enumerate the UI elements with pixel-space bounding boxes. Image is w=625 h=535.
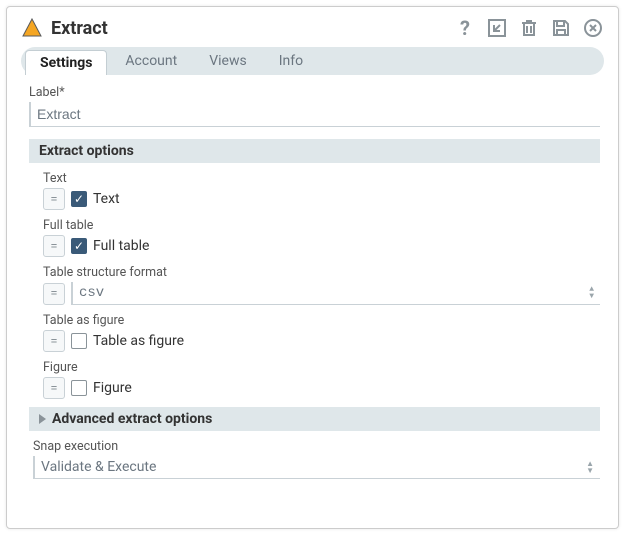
- select-table-structure-format[interactable]: csv: [71, 282, 600, 305]
- label-field-block: Label*: [29, 85, 600, 127]
- expr-button-figure[interactable]: =: [43, 377, 65, 399]
- snap-execution-block: Snap execution Validate & Execute: [33, 439, 600, 479]
- label-field-label: Label*: [29, 85, 600, 100]
- expr-button-text[interactable]: =: [43, 188, 65, 210]
- opt-table-as-figure: Table as figure = Table as figure: [43, 313, 600, 352]
- opt-taf-label: Table as figure: [43, 313, 600, 328]
- opt-figure: Figure = Figure: [43, 360, 600, 399]
- expr-button-full-table[interactable]: =: [43, 235, 65, 257]
- select-spinner-icon: [589, 287, 594, 300]
- checkbox-text-label: Text: [93, 191, 120, 207]
- help-icon[interactable]: ?: [454, 17, 476, 39]
- checkbox-figure-label: Figure: [93, 380, 132, 396]
- svg-text:?: ?: [460, 18, 470, 38]
- opt-figure-label: Figure: [43, 360, 600, 375]
- opt-text: Text = Text: [43, 171, 600, 210]
- checkbox-taf-label: Table as figure: [93, 333, 184, 349]
- close-icon[interactable]: [582, 17, 604, 39]
- extract-dialog: Extract ?: [6, 6, 619, 529]
- checkbox-full-table[interactable]: [71, 238, 87, 254]
- header-toolbar: ?: [454, 17, 604, 39]
- tab-bar: Settings Account Views Info: [21, 47, 604, 75]
- opt-table-structure-format: Table structure format = csv: [43, 265, 600, 305]
- tab-account[interactable]: Account: [111, 49, 191, 73]
- tab-settings[interactable]: Settings: [25, 50, 107, 75]
- label-input[interactable]: [29, 102, 600, 127]
- tab-info[interactable]: Info: [265, 49, 317, 73]
- checkbox-figure[interactable]: [71, 380, 87, 396]
- opt-tsf-label: Table structure format: [43, 265, 600, 280]
- popout-icon[interactable]: [486, 17, 508, 39]
- tab-views[interactable]: Views: [195, 49, 261, 73]
- select-snap-execution[interactable]: Validate & Execute: [33, 456, 600, 479]
- checkbox-table-as-figure[interactable]: [71, 333, 87, 349]
- extract-options-heading: Extract options: [29, 139, 600, 163]
- checkbox-text[interactable]: [71, 191, 87, 207]
- select-tsf-value: csv: [79, 285, 104, 301]
- settings-body: Label* Extract options Text = Text Full …: [21, 85, 604, 479]
- dialog-title: Extract: [51, 18, 446, 39]
- opt-full-table: Full table = Full table: [43, 218, 600, 257]
- checkbox-full-table-label: Full table: [93, 238, 149, 254]
- delete-icon[interactable]: [518, 17, 540, 39]
- expr-button-tsf[interactable]: =: [43, 283, 65, 305]
- expr-button-taf[interactable]: =: [43, 330, 65, 352]
- opt-full-table-label: Full table: [43, 218, 600, 233]
- select-spinner-icon: [586, 461, 594, 474]
- advanced-extract-options-heading[interactable]: Advanced extract options: [29, 407, 600, 431]
- save-icon[interactable]: [550, 17, 572, 39]
- advanced-heading-label: Advanced extract options: [52, 411, 212, 427]
- snap-execution-label: Snap execution: [33, 439, 600, 454]
- chevron-right-icon: [39, 414, 46, 424]
- extract-icon: [21, 17, 43, 39]
- opt-text-label: Text: [43, 171, 600, 186]
- select-snap-execution-value: Validate & Execute: [41, 459, 156, 475]
- dialog-header: Extract ?: [21, 17, 604, 39]
